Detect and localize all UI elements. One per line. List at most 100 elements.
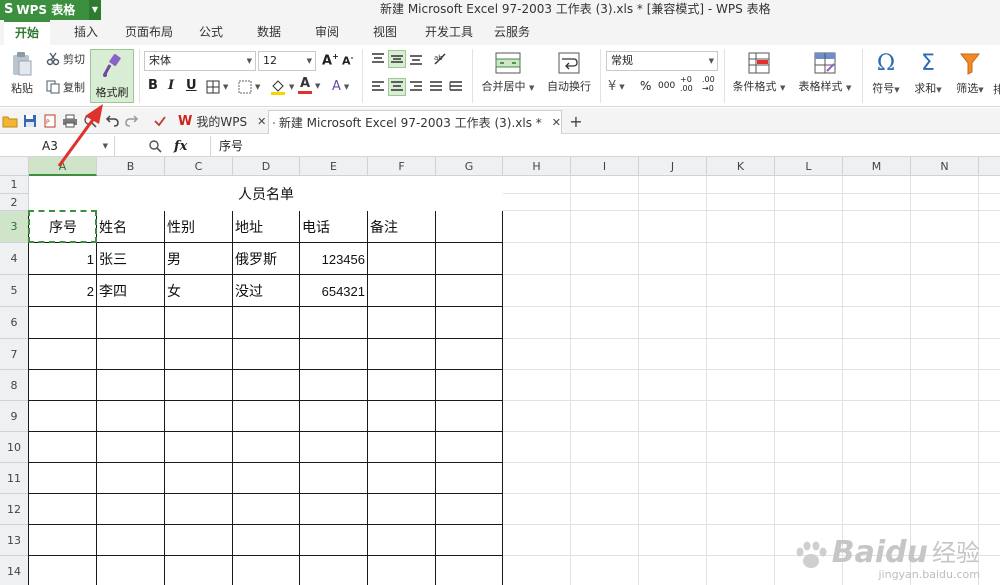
number-format-select[interactable]: 常规 ▼ <box>606 51 718 71</box>
copy-button[interactable]: 复制 <box>46 79 85 95</box>
font-size-select[interactable]: 12 ▼ <box>258 51 316 71</box>
insert-function-button[interactable]: fx <box>174 139 187 154</box>
column-header-n[interactable]: N <box>911 157 979 176</box>
open-folder-icon[interactable] <box>2 113 18 129</box>
align-top-icon[interactable] <box>370 51 386 67</box>
font-color-button[interactable]: A ▼ <box>298 77 320 94</box>
close-icon[interactable]: ✕ <box>552 112 561 134</box>
row-header-7[interactable]: 7 <box>0 339 29 370</box>
table-cell[interactable] <box>368 243 436 275</box>
customize-toolbar-icon[interactable] <box>152 113 168 129</box>
align-left-icon[interactable] <box>370 79 386 95</box>
table-cell[interactable]: 俄罗斯 <box>233 243 300 275</box>
tab-page-layout[interactable]: 页面布局 <box>118 20 180 45</box>
save-icon[interactable] <box>22 113 38 129</box>
fill-color-button[interactable]: ▼ <box>270 79 294 95</box>
table-cell[interactable]: 女 <box>165 275 233 307</box>
table-cell[interactable]: 1 <box>29 243 97 275</box>
tab-insert[interactable]: 插入 <box>62 20 110 45</box>
table-cell[interactable]: 2 <box>29 275 97 307</box>
merge-center-button[interactable]: 合并居中 ▼ <box>478 51 538 94</box>
spreadsheet-grid[interactable]: A B C D E F G H I J K L M N 1 2 3 4 5 6 7 8 9 10 11 12 13 14 人员名单 序号姓… <box>0 157 1000 585</box>
distributed-align-icon[interactable] <box>448 79 464 95</box>
align-bottom-icon[interactable] <box>408 51 424 67</box>
sheet-title[interactable]: 人员名单 <box>29 176 503 211</box>
tab-document[interactable]: 新建 Microsoft Excel 97-2003 工作表 (3).xls *… <box>268 110 562 134</box>
underline-button[interactable]: U <box>186 78 197 93</box>
table-cell[interactable]: 654321 <box>300 275 368 307</box>
currency-button[interactable]: ¥ ▼ <box>608 79 625 94</box>
orientation-icon[interactable]: ab <box>432 51 448 67</box>
column-header-g[interactable]: G <box>436 157 503 176</box>
row-header-1[interactable]: 1 <box>0 176 29 194</box>
align-middle-icon[interactable] <box>388 50 406 68</box>
tab-data[interactable]: 数据 <box>246 20 292 45</box>
justify-icon[interactable] <box>428 79 444 95</box>
sort-button-partial[interactable]: 排 <box>993 81 1000 97</box>
column-header-l[interactable]: L <box>775 157 843 176</box>
row-header-12[interactable]: 12 <box>0 494 29 525</box>
comma-style-button[interactable]: 000 <box>658 81 675 91</box>
decrease-decimal-button[interactable]: .00 →0 <box>702 75 715 93</box>
percent-button[interactable]: % <box>640 79 651 93</box>
tab-my-wps[interactable]: W 我的WPS ✕ <box>174 110 266 134</box>
row-header-3[interactable]: 3 <box>0 211 29 243</box>
column-header-e[interactable]: E <box>300 157 368 176</box>
tab-view[interactable]: 视图 <box>362 20 408 45</box>
cut-button[interactable]: 剪切 <box>46 51 85 67</box>
header-cell[interactable]: 电话 <box>300 211 368 243</box>
row-header-2[interactable]: 2 <box>0 194 29 211</box>
column-header-m[interactable]: M <box>843 157 911 176</box>
table-cell[interactable]: 张三 <box>97 243 165 275</box>
tab-home[interactable]: 开始 <box>4 20 50 45</box>
tab-formulas[interactable]: 公式 <box>188 20 234 45</box>
table-cell[interactable]: 没过 <box>233 275 300 307</box>
table-cell[interactable]: 123456 <box>300 243 368 275</box>
increase-font-button[interactable]: A+ <box>322 52 339 68</box>
align-right-icon[interactable] <box>408 79 424 95</box>
row-header-4[interactable]: 4 <box>0 243 29 275</box>
tab-review[interactable]: 审阅 <box>304 20 350 45</box>
align-center-icon[interactable] <box>388 78 406 96</box>
header-cell[interactable]: 姓名 <box>97 211 165 243</box>
filter-button[interactable]: 筛选▼ <box>950 51 990 96</box>
column-header-c[interactable]: C <box>165 157 233 176</box>
formula-input[interactable]: 序号 <box>210 136 1000 156</box>
wrap-text-button[interactable]: 自动换行 <box>544 51 594 94</box>
column-header-k[interactable]: K <box>707 157 775 176</box>
tab-cloud[interactable]: 云服务 <box>488 20 536 45</box>
merge-cells-small-button[interactable]: ▼ <box>238 80 260 94</box>
column-header-h[interactable]: H <box>503 157 571 176</box>
header-cell[interactable]: 地址 <box>233 211 300 243</box>
font-name-select[interactable]: 宋体 ▼ <box>144 51 256 71</box>
borders-button[interactable]: ▼ <box>206 80 228 94</box>
row-header-10[interactable]: 10 <box>0 432 29 463</box>
clear-format-button[interactable]: A ▼ <box>332 79 349 94</box>
format-painter-button[interactable]: 格式刷 <box>90 49 134 103</box>
new-tab-icon[interactable]: + <box>568 112 584 131</box>
conditional-format-button[interactable]: 条件格式 ▼ <box>728 51 790 94</box>
app-menu-button[interactable]: S WPS 表格 ▼ <box>0 0 101 20</box>
table-cell[interactable] <box>368 275 436 307</box>
table-cell[interactable]: 男 <box>165 243 233 275</box>
zoom-search-icon[interactable] <box>148 139 162 153</box>
table-style-button[interactable]: 表格样式 ▼ <box>794 51 856 94</box>
increase-decimal-button[interactable]: +0.00 <box>680 75 693 93</box>
autosum-button[interactable]: Σ 求和▼ <box>908 51 948 96</box>
select-all-corner[interactable] <box>0 157 29 176</box>
symbol-button[interactable]: Ω 符号▼ <box>866 51 906 96</box>
close-icon[interactable]: ✕ <box>257 111 266 133</box>
row-header-6[interactable]: 6 <box>0 307 29 339</box>
row-header-9[interactable]: 9 <box>0 401 29 432</box>
column-header-i[interactable]: I <box>571 157 639 176</box>
column-header-f[interactable]: F <box>368 157 436 176</box>
row-header-5[interactable]: 5 <box>0 275 29 307</box>
bold-button[interactable]: B <box>148 78 158 93</box>
tab-developer[interactable]: 开发工具 <box>418 20 480 45</box>
paste-button[interactable]: 粘贴 <box>4 51 40 96</box>
header-cell[interactable]: 备注 <box>368 211 436 243</box>
table-cell[interactable]: 李四 <box>97 275 165 307</box>
row-header-14[interactable]: 14 <box>0 556 29 585</box>
row-header-13[interactable]: 13 <box>0 525 29 556</box>
column-header-d[interactable]: D <box>233 157 300 176</box>
